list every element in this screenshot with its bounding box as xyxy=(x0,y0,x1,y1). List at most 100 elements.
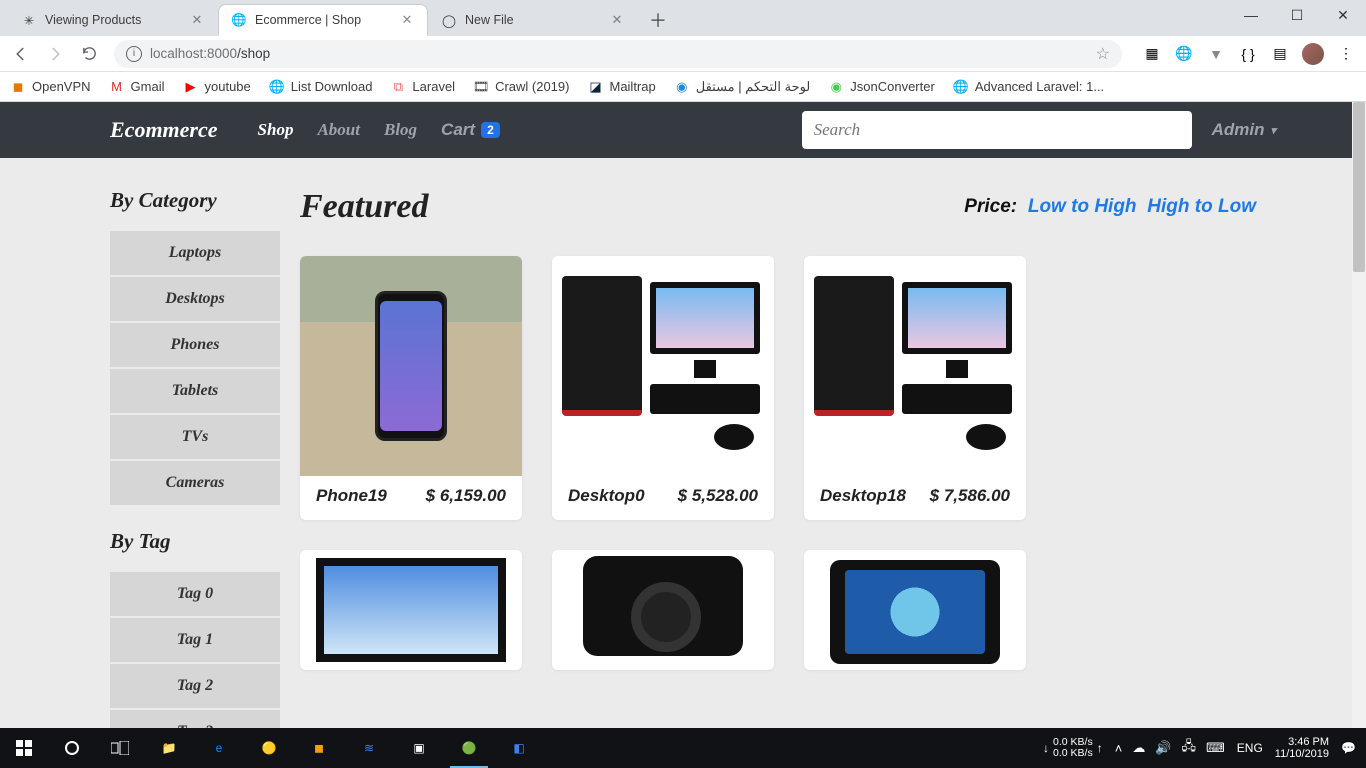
bookmark-listdownload[interactable]: 🌐List Download xyxy=(269,79,373,95)
cat-tvs[interactable]: TVs xyxy=(110,415,280,461)
taskbar-left xyxy=(0,728,144,768)
cat-phones[interactable]: Phones xyxy=(110,323,280,369)
taskbar-app-terminal[interactable]: ▣ xyxy=(394,728,444,768)
taskbar-app-vscode[interactable]: ≋ xyxy=(344,728,394,768)
ext-icon-4[interactable]: { } xyxy=(1238,44,1258,64)
tab-title-1: Ecommerce | Shop xyxy=(255,13,391,27)
tag-1[interactable]: Tag 1 xyxy=(110,618,280,664)
tab-title-0: Viewing Products xyxy=(45,13,181,27)
minimize-button[interactable]: — xyxy=(1228,0,1274,30)
product-card-row2-3[interactable] xyxy=(804,550,1026,670)
admin-dropdown[interactable]: Admin ▾ xyxy=(1212,120,1276,140)
tray-volume-icon[interactable]: 🔊 xyxy=(1155,740,1171,756)
cat-cameras[interactable]: Cameras xyxy=(110,461,280,507)
product-image xyxy=(300,550,522,670)
site-brand[interactable]: Ecommerce xyxy=(110,117,218,143)
product-name: Desktop18 xyxy=(820,486,906,506)
ext-icon-1[interactable]: ▦ xyxy=(1142,44,1162,64)
maximize-button[interactable]: ☐ xyxy=(1274,0,1320,30)
bookmark-openvpn[interactable]: ◼OpenVPN xyxy=(10,79,91,95)
nav-shop[interactable]: Shop xyxy=(258,120,294,140)
start-button[interactable] xyxy=(0,728,48,768)
taskbar-app-chrome-active[interactable]: 🟢 xyxy=(444,728,494,768)
nav-blog[interactable]: Blog xyxy=(384,120,417,140)
reload-button[interactable] xyxy=(74,39,104,69)
product-card-row2-2[interactable] xyxy=(552,550,774,670)
close-window-button[interactable]: ✕ xyxy=(1320,0,1366,30)
tray-keyboard-icon[interactable]: ⌨ xyxy=(1206,740,1225,756)
crawl-icon: 🎞 xyxy=(473,79,489,95)
product-price: $ 6,159.00 xyxy=(426,486,506,506)
browser-tab-1[interactable]: 🌐 Ecommerce | Shop ✕ xyxy=(218,4,428,36)
bookmark-gmail[interactable]: MGmail xyxy=(109,79,165,95)
tag-3[interactable]: Tag 3 xyxy=(110,710,280,728)
system-tray[interactable]: ˄ ☁ 🔊 🖧 ⌨ xyxy=(1115,737,1225,759)
taskbar-app-chrome-1[interactable]: 🟡 xyxy=(244,728,294,768)
taskbar-app-explorer[interactable]: 📁 xyxy=(144,728,194,768)
nav-about[interactable]: About xyxy=(317,120,360,140)
taskbar-clock[interactable]: 3:46 PM 11/10/2019 xyxy=(1275,736,1329,760)
search-input[interactable] xyxy=(802,111,1192,149)
tray-network-icon[interactable]: 🖧 xyxy=(1182,737,1197,759)
bookmark-crawl[interactable]: 🎞Crawl (2019) xyxy=(473,79,569,95)
admin-label: Admin xyxy=(1212,120,1265,140)
bookmark-advlaravel[interactable]: 🌐Advanced Laravel: 1... xyxy=(953,79,1104,95)
window-titlebar: ✳︎ Viewing Products ✕ 🌐 Ecommerce | Shop… xyxy=(0,0,1366,36)
bookmark-mostaql[interactable]: ◉لوحة التحكم | مستقل xyxy=(674,79,811,95)
address-bar[interactable]: i localhost:8000/shop ☆ xyxy=(114,40,1122,68)
browser-tab-2[interactable]: ◯ New File ✕ xyxy=(428,4,638,36)
ext-icon-3[interactable]: ▼ xyxy=(1206,44,1226,64)
product-card-row2-1[interactable] xyxy=(300,550,522,670)
site-info-icon[interactable]: i xyxy=(126,46,142,62)
globe-icon: 🌐 xyxy=(269,79,285,95)
bookmark-star-icon[interactable]: ☆ xyxy=(1096,44,1110,64)
bookmark-youtube[interactable]: ▶youtube xyxy=(183,79,251,95)
back-button[interactable] xyxy=(6,39,36,69)
tab-close-2[interactable]: ✕ xyxy=(609,12,625,28)
browser-tab-0[interactable]: ✳︎ Viewing Products ✕ xyxy=(8,4,218,36)
bookmark-mailtrap[interactable]: ◪Mailtrap xyxy=(587,79,655,95)
tray-onedrive-icon[interactable]: ☁ xyxy=(1132,740,1145,756)
new-tab-button[interactable]: ＋ xyxy=(644,6,672,34)
cart-count-badge: 2 xyxy=(481,122,500,138)
tray-language[interactable]: ENG xyxy=(1237,741,1263,755)
chrome-menu-icon[interactable]: ⋮ xyxy=(1336,44,1356,64)
profile-avatar[interactable] xyxy=(1302,43,1324,65)
mailtrap-icon: ◪ xyxy=(587,79,603,95)
ext-icon-5[interactable]: ▤ xyxy=(1270,44,1290,64)
taskbar-right: ↓ 0.0 KB/s 0.0 KB/s ↑ ˄ ☁ 🔊 🖧 ⌨ ENG 3:46… xyxy=(1043,728,1366,768)
tag-2[interactable]: Tag 2 xyxy=(110,664,280,710)
net-speed-dn: 0.0 KB/s xyxy=(1053,748,1093,759)
taskbar-app-sublime[interactable]: ◼ xyxy=(294,728,344,768)
clock-date: 11/10/2019 xyxy=(1275,748,1329,760)
task-view-button[interactable] xyxy=(96,728,144,768)
sort-high-to-low[interactable]: High to Low xyxy=(1147,196,1256,217)
bookmark-jsonconverter[interactable]: ◉JsonConverter xyxy=(828,79,935,95)
cortana-button[interactable] xyxy=(48,728,96,768)
ext-icon-2[interactable]: 🌐 xyxy=(1174,44,1194,64)
action-center-icon[interactable]: 💬 xyxy=(1341,741,1356,755)
gmail-icon: M xyxy=(109,79,125,95)
product-card-phone19[interactable]: Phone19 $ 6,159.00 xyxy=(300,256,522,520)
tray-chevron-icon[interactable]: ˄ xyxy=(1115,741,1123,756)
bookmark-laravel[interactable]: ⧉Laravel xyxy=(390,79,455,95)
taskbar-app-edge[interactable]: e xyxy=(194,728,244,768)
forward-button[interactable] xyxy=(40,39,70,69)
product-image xyxy=(804,256,1026,476)
product-card-desktop0[interactable]: Desktop0 $ 5,528.00 xyxy=(552,256,774,520)
vertical-scrollbar-thumb[interactable] xyxy=(1353,102,1365,272)
main-header: Featured Price: Low to High High to Low xyxy=(300,188,1256,226)
tab-close-1[interactable]: ✕ xyxy=(399,12,415,28)
tag-0[interactable]: Tag 0 xyxy=(110,572,280,618)
cat-laptops[interactable]: Laptops xyxy=(110,231,280,277)
taskbar-app-mysql[interactable]: ◧ xyxy=(494,728,544,768)
tab-close-0[interactable]: ✕ xyxy=(189,12,205,28)
vertical-scrollbar-track[interactable] xyxy=(1352,102,1366,728)
price-label: Price: xyxy=(964,196,1017,217)
page-content: By Category Laptops Desktops Phones Tabl… xyxy=(0,158,1366,728)
sort-low-to-high[interactable]: Low to High xyxy=(1028,196,1137,217)
cat-desktops[interactable]: Desktops xyxy=(110,277,280,323)
cat-tablets[interactable]: Tablets xyxy=(110,369,280,415)
nav-cart[interactable]: Cart 2 xyxy=(441,120,500,140)
product-card-desktop18[interactable]: Desktop18 $ 7,586.00 xyxy=(804,256,1026,520)
